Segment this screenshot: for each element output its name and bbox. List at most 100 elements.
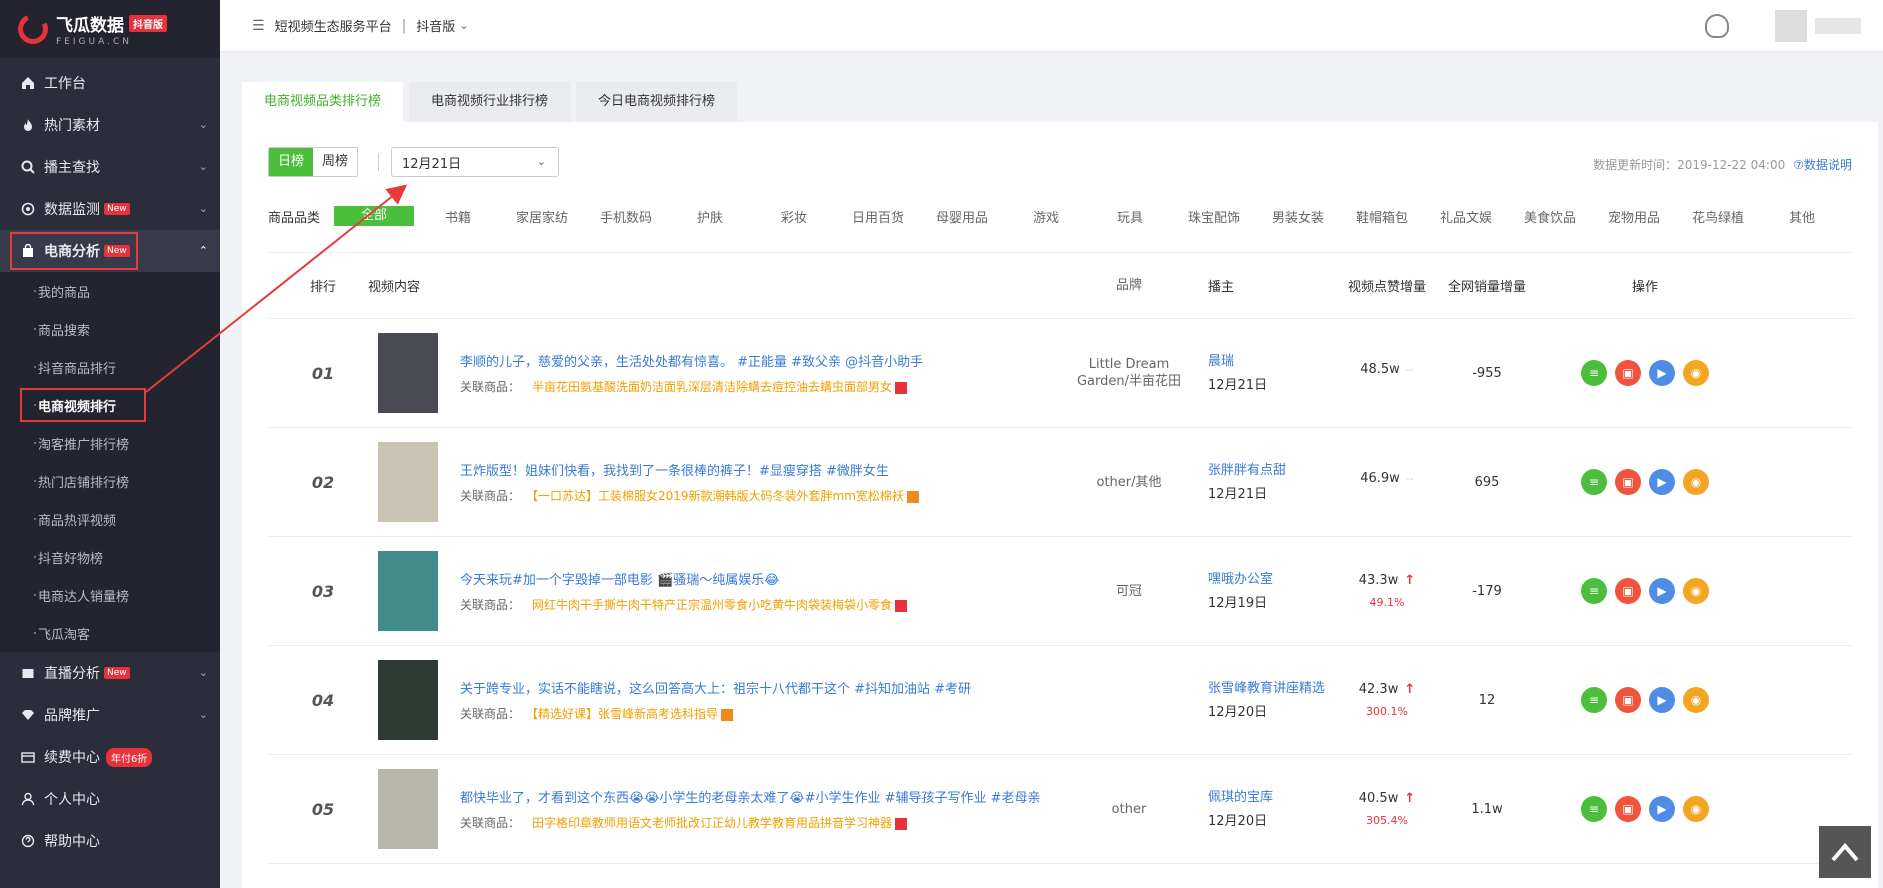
category-skincare[interactable]: 护肤 — [668, 207, 752, 226]
video-thumbnail[interactable] — [378, 333, 438, 413]
shop-icon[interactable]: ▣ — [1615, 796, 1641, 822]
product-link[interactable]: 田字格印章教师用语文老师批改订正幼儿教学教育用品拼音学习神器 — [532, 816, 892, 830]
category-books[interactable]: 书籍 — [416, 207, 500, 226]
product-link[interactable]: 【一口苏达】工装棉服女2019新款潮韩版大码冬装外套胖mm宽松棉袄 — [532, 489, 904, 503]
target-icon[interactable]: ◉ — [1683, 360, 1709, 386]
back-to-top-button[interactable] — [1819, 826, 1871, 878]
anchor-link[interactable]: 晨瑞 — [1208, 353, 1330, 370]
submenu-taoke-rank[interactable]: 淘客推广排行榜 — [0, 424, 220, 462]
version-switch[interactable]: 抖音版 — [416, 16, 455, 35]
trend-indicator: -- — [1405, 362, 1414, 376]
video-thumbnail[interactable] — [378, 660, 438, 740]
sidebar-item-brand-promotion[interactable]: 品牌推广 ⌄ — [0, 694, 220, 736]
submenu-talent-sales-rank[interactable]: 电商达人销量榜 — [0, 576, 220, 614]
category-home-textile[interactable]: 家居家纺 — [500, 207, 584, 226]
video-title-link[interactable]: 都快毕业了，才看到这个东西😭😭小学生的老母亲太难了😭#小学生作业 #辅导孩子写作… — [460, 787, 1041, 806]
target-icon[interactable]: ◉ — [1683, 578, 1709, 604]
table-row[interactable]: 01 李顺的儿子，慈爱的父亲，生活处处都有惊喜。 #正能量 #致父亲 @抖音小助… — [268, 319, 1852, 428]
submenu-douyin-product-rank[interactable]: 抖音商品排行 — [0, 348, 220, 386]
tab-industry-rank[interactable]: 电商视频行业排行榜 — [409, 82, 571, 122]
detail-list-icon[interactable]: ≡ — [1581, 360, 1607, 386]
chevron-down-icon[interactable]: ⌄ — [459, 19, 468, 32]
detail-list-icon[interactable]: ≡ — [1581, 796, 1607, 822]
detail-list-icon[interactable]: ≡ — [1581, 578, 1607, 604]
product-link[interactable]: 半亩花田氨基酸洗面奶洁面乳深层清洁除螨去痘控油去螨虫面部男女 — [532, 380, 892, 394]
category-pets[interactable]: 宠物用品 — [1592, 207, 1676, 226]
category-baby[interactable]: 母婴用品 — [920, 207, 1004, 226]
category-plants[interactable]: 花鸟绿植 — [1676, 207, 1760, 226]
anchor-link[interactable]: 佩琪的宝库 — [1208, 789, 1330, 806]
submenu-my-products[interactable]: 我的商品 — [0, 272, 220, 310]
target-icon[interactable]: ◉ — [1683, 469, 1709, 495]
category-daily-goods[interactable]: 日用百货 — [836, 207, 920, 226]
video-title-link[interactable]: 今天来玩#加一个字毁掉一部电影 🎬骚瑞～纯属娱乐😂 — [460, 569, 907, 588]
tab-today-rank[interactable]: 今日电商视频排行榜 — [576, 82, 738, 122]
date-select[interactable]: 12月21日 ⌄ — [391, 147, 559, 177]
video-title-link[interactable]: 李顺的儿子，慈爱的父亲，生活处处都有惊喜。 #正能量 #致父亲 @抖音小助手 — [460, 351, 923, 370]
detail-list-icon[interactable]: ≡ — [1581, 469, 1607, 495]
menu-toggle-icon[interactable]: ☰ — [252, 18, 265, 34]
target-icon[interactable]: ◉ — [1683, 687, 1709, 713]
category-gifts[interactable]: 礼品文娱 — [1424, 207, 1508, 226]
category-games[interactable]: 游戏 — [1004, 207, 1088, 226]
submenu-product-search[interactable]: 商品搜索 — [0, 310, 220, 348]
sidebar-item-label: 播主查找 — [44, 160, 100, 176]
product-link[interactable]: 网红牛肉干手撕牛肉干特产正宗温州零食小吃黄牛肉袋装梅袋小零食 — [532, 598, 892, 612]
category-toys[interactable]: 玩具 — [1088, 207, 1172, 226]
sidebar-item-hot-material[interactable]: 热门素材 ⌄ — [0, 104, 220, 146]
anchor-link[interactable]: 嘿哦办公室 — [1208, 571, 1330, 588]
target-icon[interactable]: ◉ — [1683, 796, 1709, 822]
category-all[interactable]: 全部 — [334, 206, 415, 226]
category-food[interactable]: 美食饮品 — [1508, 207, 1592, 226]
shop-icon[interactable]: ▣ — [1615, 578, 1641, 604]
shop-icon[interactable]: ▣ — [1615, 687, 1641, 713]
category-jewelry[interactable]: 珠宝配饰 — [1172, 207, 1256, 226]
category-digital[interactable]: 手机数码 — [584, 207, 668, 226]
table-row[interactable]: 05 都快毕业了，才看到这个东西😭😭小学生的老母亲太难了😭#小学生作业 #辅导孩… — [268, 755, 1852, 864]
sidebar-item-data-monitor[interactable]: 数据监测 New ⌄ — [0, 188, 220, 230]
video-thumbnail[interactable] — [378, 551, 438, 631]
anchor-link[interactable]: 张雪峰教育讲座精选 — [1208, 680, 1330, 697]
sidebar-item-personal-center[interactable]: 个人中心 — [0, 778, 220, 820]
sidebar-item-live-analysis[interactable]: 直播分析 New ⌄ — [0, 652, 220, 694]
submenu-feigua-taoke[interactable]: 飞瓜淘客 — [0, 614, 220, 652]
sidebar-item-help-center[interactable]: 帮助中心 — [0, 820, 220, 862]
anchor-link[interactable]: 张胖胖有点甜 — [1208, 462, 1330, 479]
video-thumbnail[interactable] — [378, 442, 438, 522]
data-help-link[interactable]: ⑦数据说明 — [1793, 158, 1852, 172]
play-icon[interactable]: ▶ — [1649, 469, 1675, 495]
sidebar-item-anchor-search[interactable]: 播主查找 ⌄ — [0, 146, 220, 188]
sidebar-item-renewal[interactable]: 续费中心 年付6折 — [0, 736, 220, 778]
submenu-ecommerce-video-rank[interactable]: 电商视频排行 — [0, 386, 220, 424]
username-blurred[interactable] — [1815, 18, 1861, 34]
category-clothing[interactable]: 男装女装 — [1256, 207, 1340, 226]
shop-icon[interactable]: ▣ — [1615, 469, 1641, 495]
table-row[interactable]: 02 王炸版型！姐妹们快看，我找到了一条很棒的裤子！#显瘦穿搭 #微胖女生 关联… — [268, 428, 1852, 537]
category-other[interactable]: 其他 — [1760, 207, 1844, 226]
sidebar-item-workbench[interactable]: 工作台 — [0, 62, 220, 104]
logo[interactable]: 飞瓜数据 抖音版 FEIGUA.CN — [0, 0, 220, 58]
play-icon[interactable]: ▶ — [1649, 687, 1675, 713]
table-row[interactable]: 04 关于跨专业，实话不能瞎说，这么回答高大上：祖宗十八代都干这个 #抖知加油站… — [268, 646, 1852, 755]
play-icon[interactable]: ▶ — [1649, 796, 1675, 822]
sidebar-item-ecommerce-analysis[interactable]: 电商分析 New ⌃ — [0, 230, 220, 272]
weekly-button[interactable]: 周榜 — [313, 148, 357, 176]
product-link[interactable]: 【精选好课】张雪峰新高考选科指导 — [532, 707, 718, 721]
submenu-douyin-goods-list[interactable]: 抖音好物榜 — [0, 538, 220, 576]
submenu-hot-shop-rank[interactable]: 热门店铺排行榜 — [0, 462, 220, 500]
category-shoes-bags[interactable]: 鞋帽箱包 — [1340, 207, 1424, 226]
play-icon[interactable]: ▶ — [1649, 360, 1675, 386]
headset-icon[interactable] — [1705, 14, 1729, 38]
detail-list-icon[interactable]: ≡ — [1581, 687, 1607, 713]
video-title-link[interactable]: 关于跨专业，实话不能瞎说，这么回答高大上：祖宗十八代都干这个 #抖知加油站 #考… — [460, 678, 971, 697]
play-icon[interactable]: ▶ — [1649, 578, 1675, 604]
avatar[interactable] — [1775, 10, 1807, 42]
category-makeup[interactable]: 彩妆 — [752, 207, 836, 226]
submenu-product-review-video[interactable]: 商品热评视频 — [0, 500, 220, 538]
table-row[interactable]: 03 今天来玩#加一个字毁掉一部电影 🎬骚瑞～纯属娱乐😂 关联商品： 网红牛肉干手… — [268, 537, 1852, 646]
video-thumbnail[interactable] — [378, 769, 438, 849]
shop-icon[interactable]: ▣ — [1615, 360, 1641, 386]
video-title-link[interactable]: 王炸版型！姐妹们快看，我找到了一条很棒的裤子！#显瘦穿搭 #微胖女生 — [460, 460, 919, 479]
daily-button[interactable]: 日榜 — [269, 148, 313, 176]
tab-category-rank[interactable]: 电商视频品类排行榜 — [242, 82, 404, 122]
